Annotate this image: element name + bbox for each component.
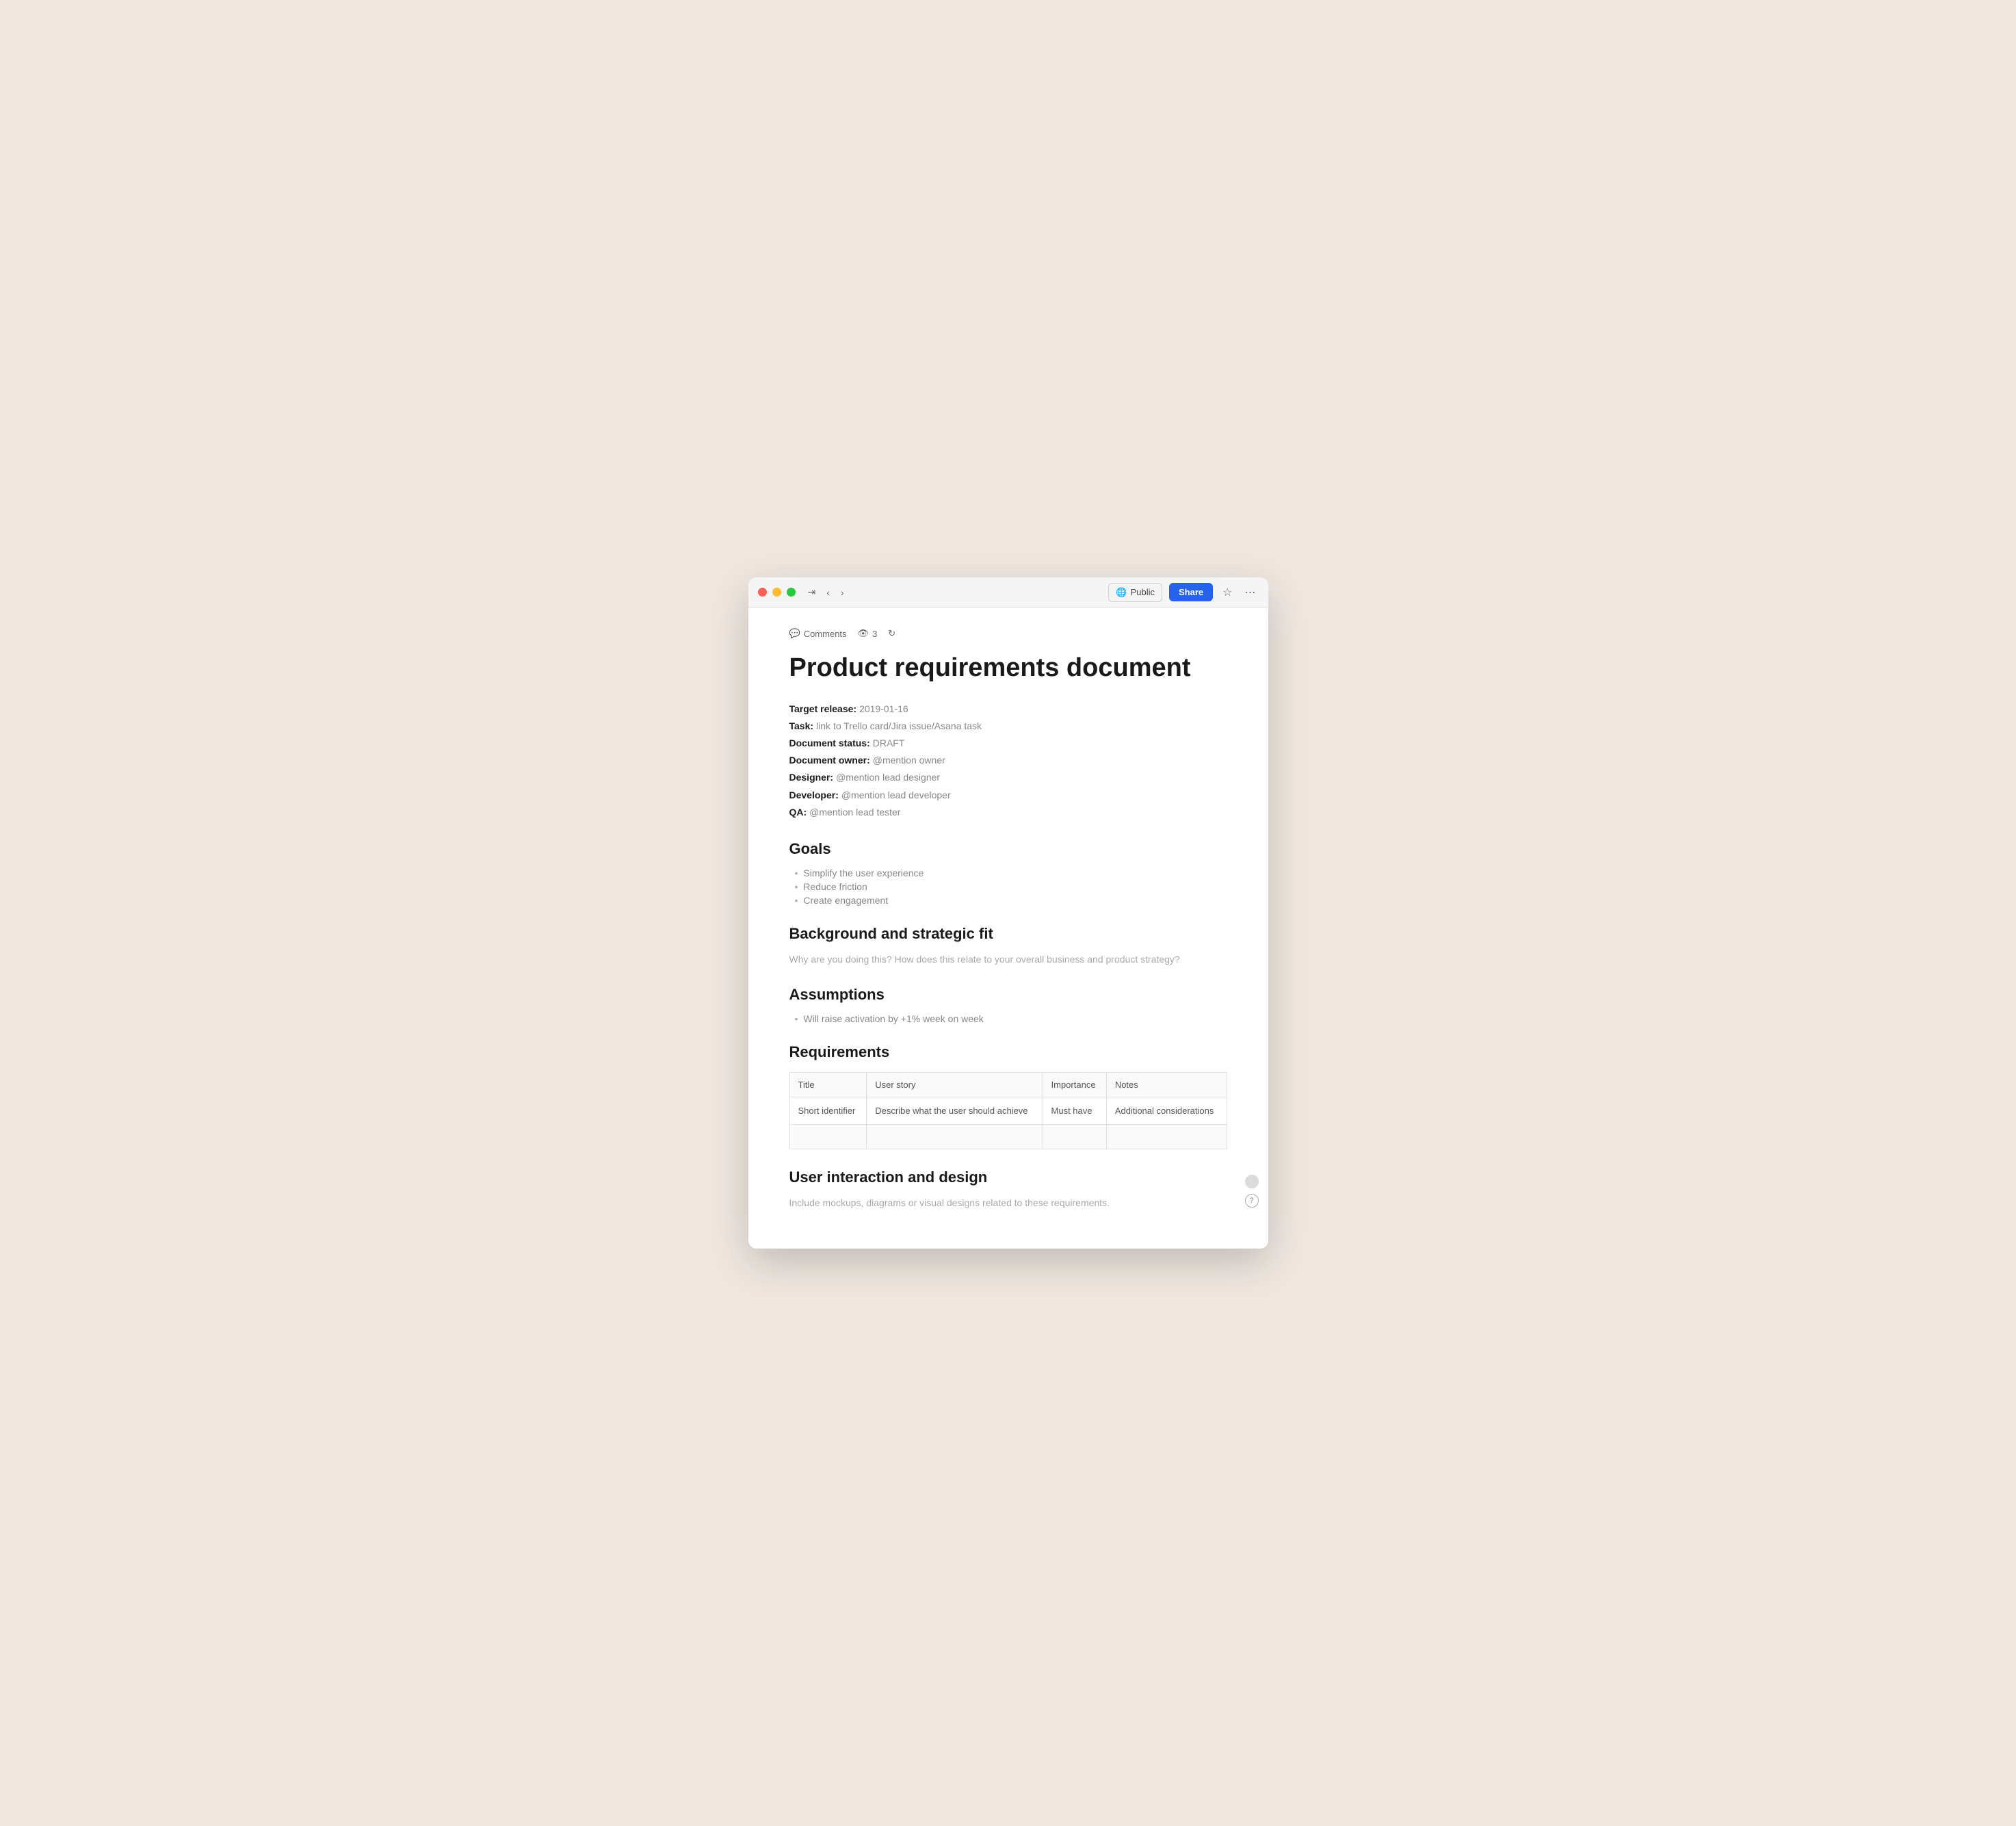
more-options-icon[interactable]: ⋯ — [1242, 583, 1259, 602]
table-row[interactable]: Short identifier Describe what the user … — [789, 1097, 1227, 1124]
goal-link-1[interactable]: Simplify the user experience — [803, 868, 924, 878]
document-title: Product requirements document — [789, 653, 1227, 684]
share-button[interactable]: Share — [1169, 583, 1213, 601]
col-header-title: Title — [789, 1072, 867, 1097]
meta-value-qa[interactable]: @mention lead tester — [809, 804, 900, 821]
meta-value-developer[interactable]: @mention lead developer — [841, 787, 951, 804]
goal-link-3[interactable]: Create engagement — [803, 895, 888, 906]
close-button[interactable] — [758, 588, 767, 597]
col-header-importance: Importance — [1043, 1072, 1106, 1097]
cell-importance-2[interactable] — [1043, 1124, 1106, 1149]
user-interaction-heading: User interaction and design — [789, 1169, 1227, 1186]
cell-title-1[interactable]: Short identifier — [789, 1097, 867, 1124]
globe-icon: 🌐 — [1116, 587, 1127, 598]
goals-heading: Goals — [789, 840, 1227, 858]
refresh-icon: ↻ — [888, 628, 895, 639]
list-item: Will raise activation by +1% week on wee… — [795, 1013, 1227, 1024]
forward-icon[interactable]: › — [838, 584, 847, 601]
sidebar-toggle-icon[interactable]: ⇥ — [805, 584, 819, 601]
meta-label-doc-status: Document status: — [789, 735, 870, 752]
cell-notes-2[interactable] — [1106, 1124, 1227, 1149]
meta-label-task: Task: — [789, 718, 814, 735]
cell-user-story-1[interactable]: Describe what the user should achieve — [867, 1097, 1043, 1124]
views-indicator: 👁 3 — [858, 628, 878, 639]
public-button[interactable]: 🌐 Public — [1108, 583, 1162, 602]
comments-button[interactable]: 💬 Comments — [789, 628, 847, 639]
background-placeholder[interactable]: Why are you doing this? How does this re… — [789, 952, 1227, 967]
titlebar-left-actions: ⇥ ‹ › — [805, 584, 847, 601]
assumptions-heading: Assumptions — [789, 986, 1227, 1004]
star-icon[interactable]: ☆ — [1220, 583, 1235, 602]
floating-help: ? — [1245, 1175, 1259, 1208]
meta-developer: Developer: @mention lead developer — [789, 787, 1227, 804]
meta-value-task[interactable]: link to Trello card/Jira issue/Asana tas… — [816, 718, 982, 735]
meta-target-release: Target release: 2019-01-16 — [789, 701, 1227, 718]
background-heading: Background and strategic fit — [789, 925, 1227, 943]
list-item: Reduce friction — [795, 881, 1227, 892]
document-content: 💬 Comments 👁 3 ↻ Product requirements do… — [748, 608, 1268, 1249]
meta-value-doc-owner[interactable]: @mention owner — [873, 752, 945, 769]
titlebar-right-actions: 🌐 Public Share ☆ ⋯ — [1108, 583, 1258, 602]
public-label: Public — [1131, 587, 1155, 597]
col-header-notes: Notes — [1106, 1072, 1227, 1097]
eye-icon: 👁 — [858, 628, 869, 639]
minimize-button[interactable] — [772, 588, 781, 597]
meta-value-target-release[interactable]: 2019-01-16 — [859, 701, 908, 718]
meta-label-developer: Developer: — [789, 787, 839, 804]
cell-notes-1[interactable]: Additional considerations — [1106, 1097, 1227, 1124]
meta-label-target-release: Target release: — [789, 701, 857, 718]
requirements-table: Title User story Importance Notes Short … — [789, 1072, 1227, 1149]
cell-title-2[interactable] — [789, 1124, 867, 1149]
maximize-button[interactable] — [787, 588, 796, 597]
comment-icon: 💬 — [789, 628, 800, 639]
meta-designer: Designer: @mention lead designer — [789, 769, 1227, 786]
requirements-heading: Requirements — [789, 1043, 1227, 1061]
meta-label-designer: Designer: — [789, 769, 834, 786]
help-dot — [1245, 1175, 1259, 1188]
help-button[interactable]: ? — [1245, 1194, 1259, 1208]
table-header-row: Title User story Importance Notes — [789, 1072, 1227, 1097]
assumptions-list: Will raise activation by +1% week on wee… — [789, 1013, 1227, 1024]
document-metadata: Target release: 2019-01-16 Task: link to… — [789, 701, 1227, 821]
back-icon[interactable]: ‹ — [824, 584, 833, 601]
meta-label-doc-owner: Document owner: — [789, 752, 870, 769]
meta-doc-owner: Document owner: @mention owner — [789, 752, 1227, 769]
meta-doc-status: Document status: DRAFT — [789, 735, 1227, 752]
meta-value-doc-status: DRAFT — [873, 735, 905, 752]
meta-task: Task: link to Trello card/Jira issue/Asa… — [789, 718, 1227, 735]
assumption-link-1[interactable]: Will raise activation by +1% week on wee… — [803, 1013, 983, 1024]
user-interaction-placeholder[interactable]: Include mockups, diagrams or visual desi… — [789, 1196, 1227, 1210]
cell-user-story-2[interactable] — [867, 1124, 1043, 1149]
refresh-button[interactable]: ↻ — [888, 628, 895, 639]
meta-value-designer[interactable]: @mention lead designer — [836, 769, 940, 786]
titlebar: ⇥ ‹ › 🌐 Public Share ☆ ⋯ — [748, 577, 1268, 608]
goals-list: Simplify the user experience Reduce fric… — [789, 868, 1227, 906]
doc-toolbar: 💬 Comments 👁 3 ↻ — [789, 621, 1227, 653]
list-item: Simplify the user experience — [795, 868, 1227, 878]
meta-qa: QA: @mention lead tester — [789, 804, 1227, 821]
cell-importance-1[interactable]: Must have — [1043, 1097, 1106, 1124]
comments-label: Comments — [804, 629, 847, 639]
traffic-lights — [758, 588, 796, 597]
goal-link-2[interactable]: Reduce friction — [803, 881, 867, 892]
list-item: Create engagement — [795, 895, 1227, 906]
app-window: ⇥ ‹ › 🌐 Public Share ☆ ⋯ 💬 Comments 👁 3 — [748, 577, 1268, 1249]
meta-label-qa: QA: — [789, 804, 807, 821]
col-header-user-story: User story — [867, 1072, 1043, 1097]
table-row[interactable] — [789, 1124, 1227, 1149]
views-count: 3 — [872, 629, 877, 639]
